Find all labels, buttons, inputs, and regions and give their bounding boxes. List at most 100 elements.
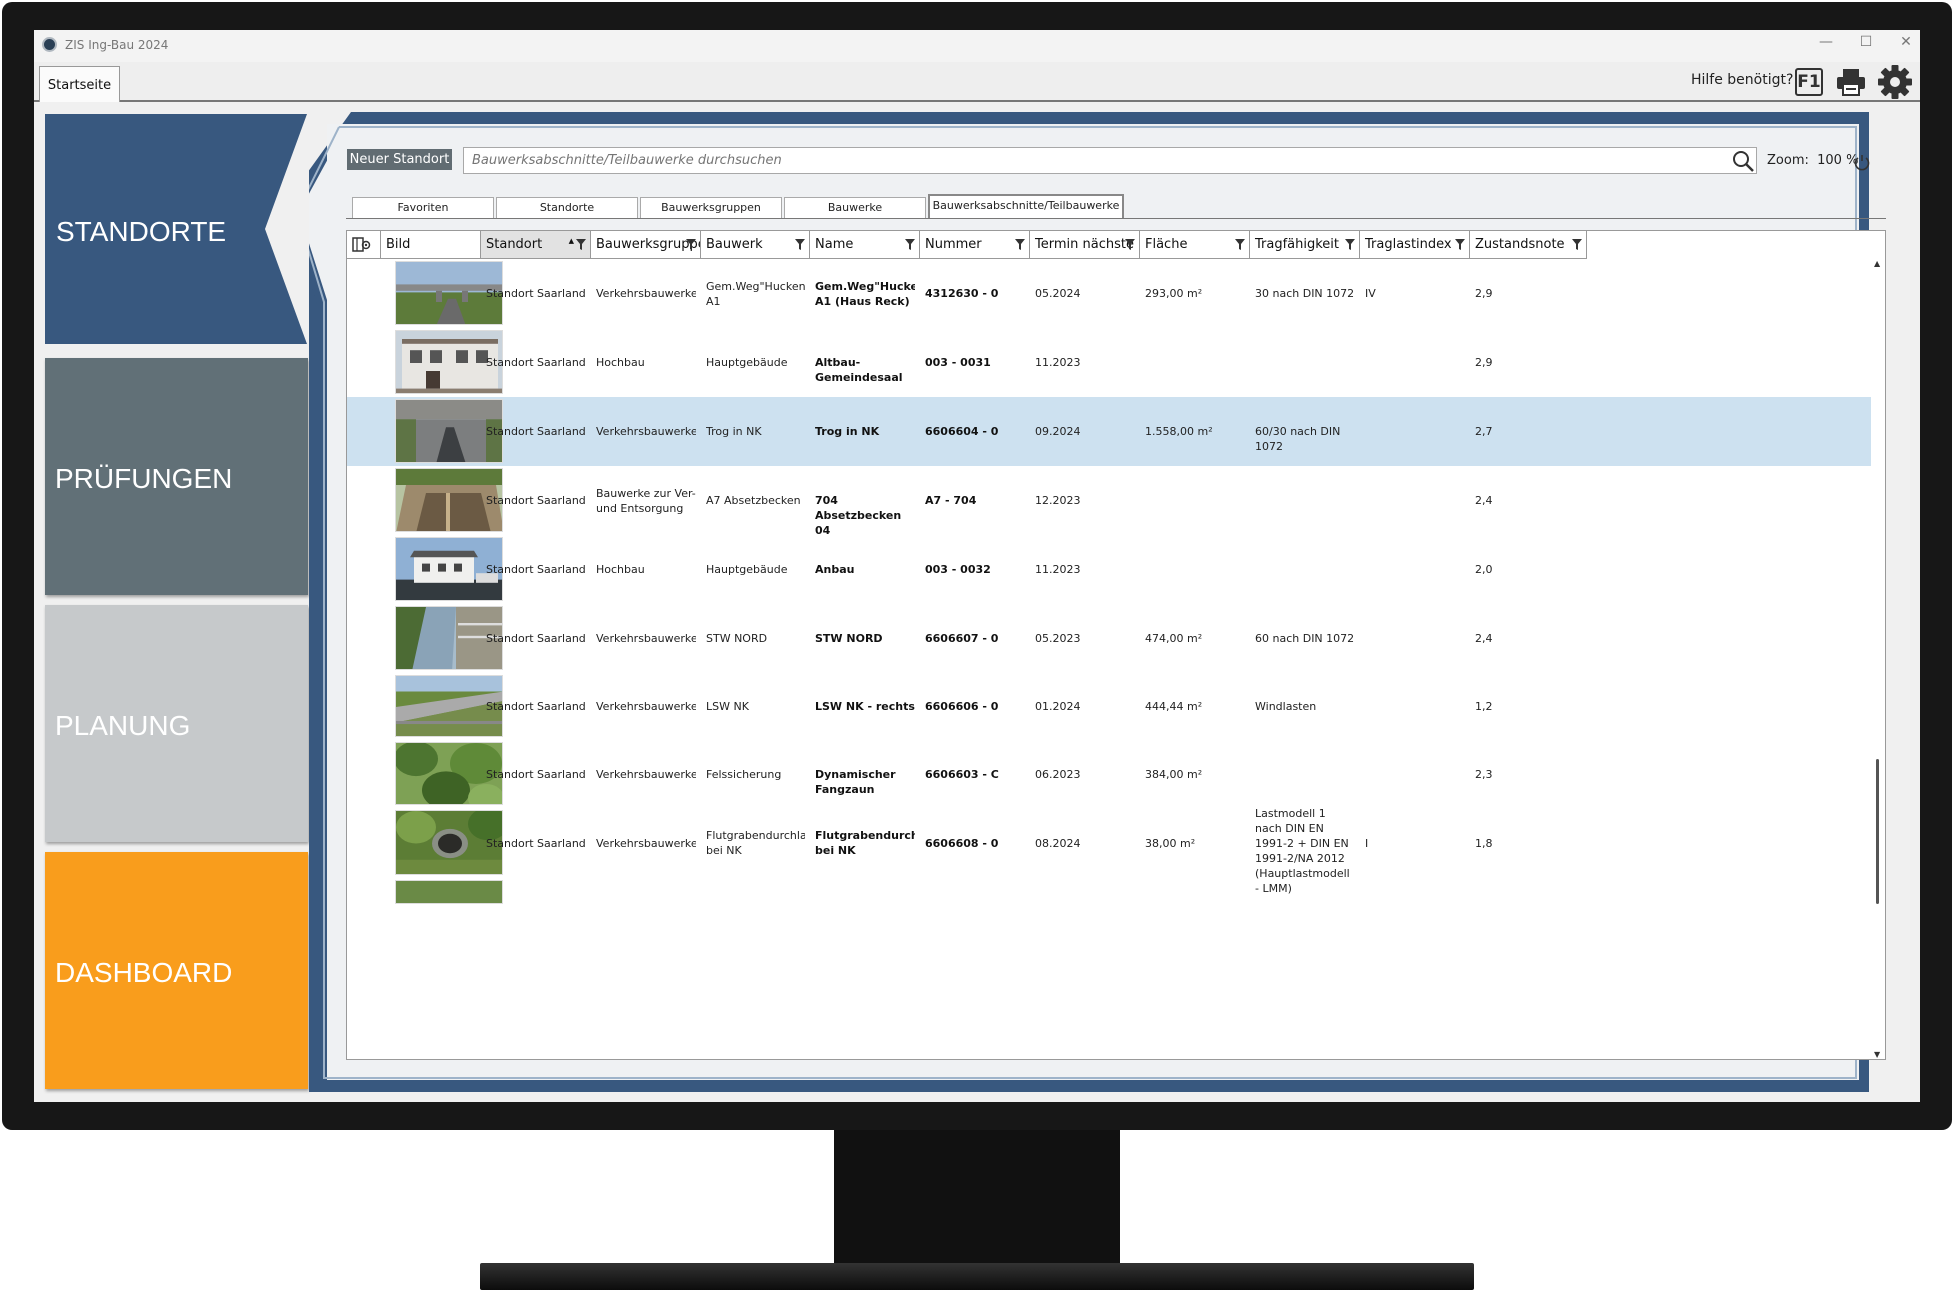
column-header-label: Bauwerk (706, 237, 763, 252)
tab-startseite[interactable]: Startseite (39, 66, 120, 102)
column-header-1[interactable]: Standort ▲ (481, 231, 591, 259)
table-row[interactable]: Standort Saarland Hochbau Hauptgebäude Altb… (347, 328, 1871, 397)
column-header-5[interactable]: Nummer (920, 231, 1030, 259)
subtab-bauwerksgruppen[interactable]: Bauwerksgruppen (640, 197, 782, 218)
app-window: ZIS Ing-Bau 2024 — ☐ ✕ Startseite Hilfe … (34, 30, 1920, 1102)
search-input[interactable] (463, 147, 1757, 174)
column-header-3[interactable]: Bauwerk (701, 231, 810, 259)
table-row[interactable]: Standort Saarland Verkehrsbauwerke Trog in… (347, 397, 1871, 466)
grid-header: Bild Standort ▲ Bauwerksgruppe Bauwerk Name Nu… (347, 231, 1885, 259)
table-row[interactable]: Standort Saarland Verkehrsbauwerke STW NOR… (347, 604, 1871, 673)
column-header-10[interactable]: Zustandsnote (1470, 231, 1587, 259)
cell-name: LSW NK - rechts (815, 700, 915, 713)
nav-pruefungen-label: PRÜFUNGEN (55, 463, 233, 494)
nav-standorte[interactable]: STANDORTE (45, 114, 308, 344)
cell-bauwerk: Hauptgebäude (706, 356, 788, 369)
filter-icon[interactable] (686, 239, 696, 250)
monitor: ZIS Ing-Bau 2024 — ☐ ✕ Startseite Hilfe … (0, 0, 1954, 1290)
filter-icon[interactable] (1455, 239, 1465, 250)
cell-termin: 05.2024 (1035, 287, 1081, 300)
nav-standorte-label: STANDORTE (56, 216, 227, 247)
cell-trag: 60/30 nach DIN 1072 (1255, 425, 1341, 453)
cell-note: 1,2 (1475, 700, 1493, 713)
cell-name: STW NORD (815, 632, 883, 645)
search-icon[interactable] (1731, 149, 1755, 173)
column-header-0[interactable]: Bild (381, 231, 481, 259)
cell-nummer: 6606607 - 0 (925, 632, 999, 645)
cell-trag: 60 nach DIN 1072 (1255, 632, 1355, 645)
maximize-button[interactable]: ☐ (1846, 34, 1886, 50)
filter-icon[interactable] (576, 239, 586, 250)
cell-name: Anbau (815, 563, 855, 576)
minimize-button[interactable]: — (1806, 34, 1846, 50)
column-header-9[interactable]: Traglastindex (1360, 231, 1470, 259)
cell-gruppe: Verkehrsbauwerke (596, 425, 696, 438)
table-row[interactable]: Standort Saarland Bauwerke zur Ver- und E… (347, 466, 1871, 537)
column-header-label: Name (815, 237, 854, 252)
new-location-button[interactable]: Neuer Standort (347, 149, 452, 170)
cell-flaeche: 293,00 m² (1145, 287, 1203, 300)
filter-icon[interactable] (1235, 239, 1245, 250)
table-row[interactable]: Standort Saarland Verkehrsbauwerke Felssic… (347, 740, 1871, 808)
filter-icon[interactable] (1015, 239, 1025, 250)
cell-nummer: 6606606 - 0 (925, 700, 999, 713)
filter-icon[interactable] (905, 239, 915, 250)
subtab-standorte[interactable]: Standorte (496, 197, 638, 218)
cell-index: I (1365, 837, 1369, 850)
scroll-up-icon[interactable]: ▲ (1874, 259, 1880, 268)
cell-gruppe: Verkehrsbauwerke (596, 700, 696, 713)
column-chooser-cell[interactable] (347, 231, 381, 259)
table-row[interactable]: Standort Saarland Verkehrsbauwerke Flutgra… (347, 807, 1871, 895)
printer-icon[interactable] (1836, 68, 1866, 96)
filter-icon[interactable] (795, 239, 805, 250)
cell-termin: 08.2024 (1035, 837, 1081, 850)
cell-note: 1,8 (1475, 837, 1493, 850)
filter-icon[interactable] (1125, 239, 1135, 250)
reset-zoom-icon[interactable] (1853, 154, 1871, 172)
cell-termin: 11.2023 (1035, 356, 1081, 369)
subtab-favoriten[interactable]: Favoriten (352, 197, 494, 218)
close-button[interactable]: ✕ (1886, 34, 1920, 50)
cell-flaeche: 444,44 m² (1145, 700, 1203, 713)
column-header-4[interactable]: Name (810, 231, 920, 259)
nav-dashboard-label: DASHBOARD (55, 957, 233, 988)
column-header-label: Bild (386, 237, 411, 252)
subtab-bauwerksabschnitte[interactable]: Bauwerksabschnitte/Teilbauwerke (928, 194, 1124, 218)
nav-planung-label: PLANUNG (55, 710, 191, 741)
monitor-stand (834, 1130, 1120, 1266)
title-bar: ZIS Ing-Bau 2024 — ☐ ✕ (34, 30, 1920, 62)
cell-note: 2,7 (1475, 425, 1493, 438)
column-header-6[interactable]: Termin nächste P (1030, 231, 1140, 259)
scroll-down-icon[interactable]: ▼ (1874, 1050, 1880, 1059)
nav-planung[interactable]: PLANUNG (45, 605, 308, 842)
cell-note: 2,4 (1475, 632, 1493, 645)
filter-icon[interactable] (1345, 239, 1355, 250)
filter-icon[interactable] (1572, 239, 1582, 250)
app-icon (42, 37, 57, 52)
cell-gruppe: Verkehrsbauwerke (596, 768, 696, 781)
f1-help-button[interactable]: F1 (1795, 68, 1823, 96)
table-row[interactable]: Standort Saarland Verkehrsbauwerke Gem.Weg… (347, 259, 1871, 328)
table-row[interactable]: Standort Saarland Verkehrsbauwerke LSW NK L… (347, 673, 1871, 740)
cell-name: Altbau-Gemeindesaal (815, 356, 903, 384)
column-header-label: Fläche (1145, 237, 1188, 252)
scrollbar-thumb[interactable] (1876, 759, 1879, 904)
column-header-7[interactable]: Fläche (1140, 231, 1250, 259)
column-header-8[interactable]: Tragfähigkeit (1250, 231, 1360, 259)
column-header-2[interactable]: Bauwerksgruppe (591, 231, 701, 259)
sort-ascending-icon[interactable]: ▲ (569, 237, 574, 245)
nav-pruefungen[interactable]: PRÜFUNGEN (45, 358, 308, 595)
table-row[interactable]: Standort Saarland Hochbau Hauptgebäude Anba… (347, 535, 1871, 604)
cell-name: Gem.Weg"Huckenhollweg"/ A1 (Haus Reck) (815, 280, 915, 308)
nav-dashboard[interactable]: DASHBOARD (45, 852, 308, 1089)
zoom-label: Zoom: 100 % (1767, 153, 1858, 168)
cell-bauwerk: Felssicherung (706, 768, 782, 781)
column-chooser-icon[interactable] (352, 237, 372, 253)
vertical-scrollbar[interactable]: ▲ ▼ (1871, 259, 1885, 1059)
cell-bauwerk: Hauptgebäude (706, 563, 788, 576)
cell-flaeche: 384,00 m² (1145, 768, 1203, 781)
subtab-bauwerke[interactable]: Bauwerke (784, 197, 926, 218)
cell-standort: Standort Saarland (486, 700, 586, 713)
cell-standort: Standort Saarland (486, 356, 586, 369)
settings-gear-icon[interactable] (1877, 64, 1913, 100)
